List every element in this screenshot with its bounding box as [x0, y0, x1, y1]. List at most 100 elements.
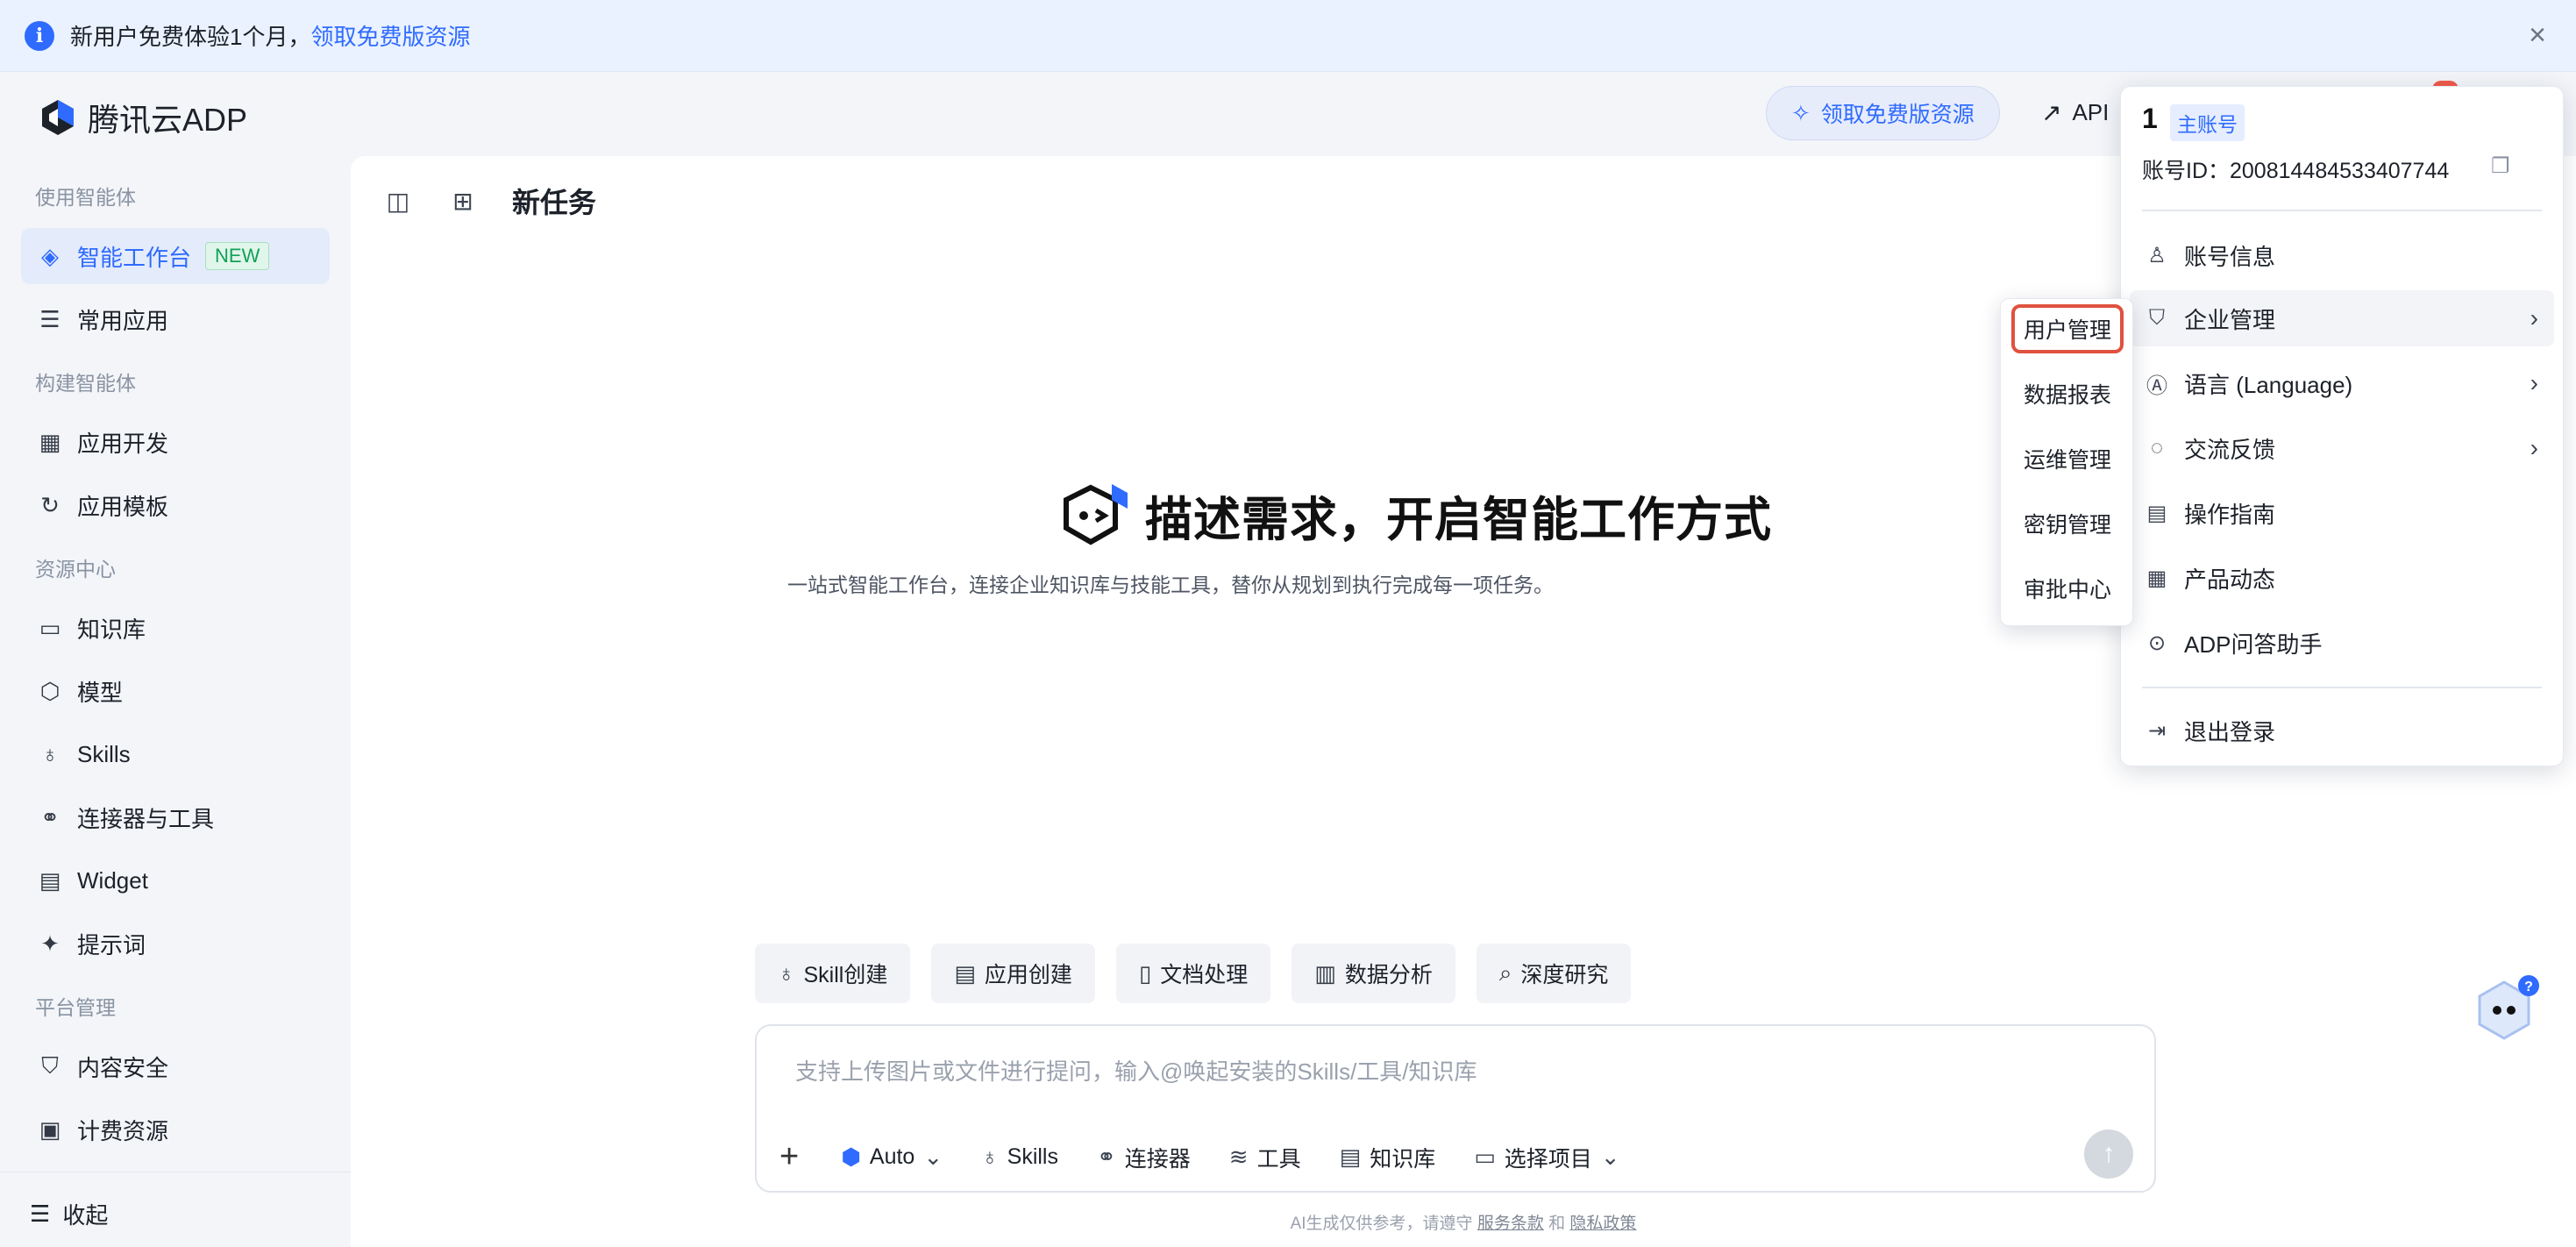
- chip-app-create[interactable]: ▤ 应用创建: [931, 944, 1095, 1003]
- sidebar-item-billing[interactable]: ▣ 计费资源: [21, 1101, 330, 1158]
- divider: [2142, 687, 2542, 688]
- workbench-icon: ◈: [41, 242, 59, 269]
- layers-icon: ≋: [1228, 1144, 1249, 1170]
- sidebar-item-knowledge[interactable]: ▭ 知识库: [21, 600, 330, 656]
- enterprise-submenu: 用户管理 数据报表 运维管理 密钥管理 审批中心: [2000, 298, 2133, 626]
- sidebar-item-label: 模型: [77, 679, 124, 706]
- sidebar-item-connectors[interactable]: ⚭ 连接器与工具: [21, 789, 330, 845]
- sidebar-item-workbench[interactable]: ◈ 智能工作台 NEW: [21, 228, 330, 284]
- sidebar-item-widget[interactable]: ▤ Widget: [21, 852, 330, 909]
- kb-label: 知识库: [1370, 1146, 1436, 1172]
- sidebar-item-app-template[interactable]: ↻ 应用模板: [21, 477, 330, 533]
- banner-text: 新用户免费体验1个月，: [70, 24, 311, 50]
- new-chat-icon[interactable]: ⊞: [445, 184, 480, 219]
- privacy-link[interactable]: 隐私政策: [1569, 1215, 1636, 1233]
- logout-icon: ⇥: [2147, 718, 2167, 743]
- sidebar-item-label: Skills: [77, 740, 131, 767]
- menu-item-guide[interactable]: ▤ 操作指南: [2130, 485, 2554, 541]
- divider: [2142, 210, 2542, 211]
- connector-button[interactable]: ⚭ 连接器: [1097, 1142, 1191, 1173]
- menu-item-logout[interactable]: ⇥ 退出登录: [2130, 702, 2554, 759]
- chip-label: Skill创建: [803, 963, 888, 987]
- menu-item-account-info[interactable]: ♙ 账号信息: [2130, 227, 2554, 283]
- sidebar-item-prompts[interactable]: ✦ 提示词: [21, 916, 330, 972]
- sidebar: 使用智能体 ◈ 智能工作台 NEW ☰ 常用应用 构建智能体 ▦ 应用开发 ↻ …: [0, 156, 351, 1247]
- sidebar-item-label: 智能工作台: [77, 244, 192, 271]
- menu-item-language[interactable]: Ⓐ 语言 (Language) ›: [2130, 355, 2554, 411]
- document-icon: ▤: [1339, 1144, 1362, 1170]
- menu-item-label: 操作指南: [2184, 501, 2276, 528]
- account-name: 1: [2142, 103, 2158, 134]
- banner-free-link[interactable]: 领取免费版资源: [310, 19, 470, 52]
- sidebar-group-platform: 平台管理: [35, 996, 116, 1019]
- prompt-input[interactable]: [795, 1052, 2093, 1091]
- menu-item-label: 语言 (Language): [2184, 371, 2353, 398]
- account-dropdown: 1 主账号 账号ID：200814484533407744 ❐ ♙ 账号信息 ⛉…: [2120, 86, 2564, 766]
- copy-icon[interactable]: ❐: [2491, 153, 2510, 179]
- submenu-item-approval[interactable]: 审批中心: [2011, 564, 2124, 613]
- add-attachment-button[interactable]: +: [779, 1138, 799, 1176]
- chip-label: 应用创建: [984, 963, 1072, 987]
- chevron-right-icon: ›: [2530, 304, 2538, 331]
- close-icon[interactable]: ×: [2522, 19, 2553, 51]
- sidebar-item-label: Widget: [77, 866, 148, 894]
- account-id: 账号ID：200814484533407744: [2142, 159, 2450, 183]
- terms-link[interactable]: 服务条款: [1477, 1215, 1544, 1233]
- send-button[interactable]: ↑: [2084, 1129, 2133, 1179]
- sidebar-item-label: 连接器与工具: [77, 805, 215, 832]
- skills-button[interactable]: ♁ Skills: [981, 1144, 1058, 1171]
- user-icon: ♙: [2147, 243, 2167, 267]
- lightbulb-icon: ♁: [981, 1144, 999, 1170]
- project-select[interactable]: ▭ 选择项目 ⌄: [1474, 1142, 1619, 1173]
- menu-item-label: ADP问答助手: [2184, 631, 2323, 658]
- link-icon: ⚭: [1096, 1144, 1116, 1170]
- sidebar-item-label: 提示词: [77, 931, 146, 958]
- chip-skill-create[interactable]: ♁ Skill创建: [755, 944, 911, 1003]
- widget-icon: ▤: [39, 866, 61, 894]
- submenu-item-users[interactable]: 用户管理: [2011, 304, 2124, 353]
- sidebar-toggle-icon[interactable]: ◫: [381, 184, 416, 219]
- hero-title: 描述需求，开启智能工作方式: [1145, 494, 1772, 546]
- model-select[interactable]: ⬢ Auto ⌄: [841, 1144, 943, 1171]
- menu-item-enterprise[interactable]: ⛉ 企业管理 ›: [2130, 290, 2554, 346]
- kb-button[interactable]: ▤ 知识库: [1340, 1142, 1436, 1173]
- api-link[interactable]: ↗ API: [2041, 98, 2109, 127]
- sidebar-item-model[interactable]: ⬡ 模型: [21, 663, 330, 719]
- collapse-label: 收起: [62, 1202, 109, 1229]
- menu-item-assistant[interactable]: ⊙ ADP问答助手: [2130, 615, 2554, 671]
- sidebar-item-label: 知识库: [77, 616, 146, 643]
- top-banner: i 新用户免费体验1个月， 领取免费版资源 ×: [0, 0, 2576, 72]
- svg-text:?: ?: [2524, 980, 2533, 994]
- menu-item-news[interactable]: ▦ 产品动态: [2130, 550, 2554, 606]
- sidebar-item-label: 内容安全: [77, 1054, 169, 1081]
- tools-button[interactable]: ≋ 工具: [1229, 1142, 1301, 1173]
- chip-data-analysis[interactable]: ▥ 数据分析: [1292, 944, 1455, 1003]
- sparkle-icon: ✧: [1791, 99, 1811, 126]
- free-resource-label: 领取免费版资源: [1820, 103, 1975, 127]
- skills-label: Skills: [1007, 1144, 1058, 1169]
- menu-item-label: 产品动态: [2184, 566, 2276, 593]
- model-label: Auto: [869, 1144, 915, 1169]
- sidebar-item-skills[interactable]: ♁ Skills: [21, 726, 330, 782]
- composer: + ⬢ Auto ⌄ ♁ Skills ⚭ 连接器 ≋ 工具 ▤ 知识库: [755, 1024, 2156, 1193]
- collapse-button[interactable]: ☰ 收起: [30, 1198, 108, 1230]
- submenu-item-keys[interactable]: 密钥管理: [2011, 499, 2124, 548]
- submenu-item-ops[interactable]: 运维管理: [2011, 434, 2124, 483]
- sidebar-item-content-safety[interactable]: ⛉ 内容安全: [21, 1038, 330, 1094]
- menu-item-feedback[interactable]: ◌ 交流反馈 ›: [2130, 420, 2554, 476]
- free-resource-button[interactable]: ✧ 领取免费版资源: [1766, 86, 2000, 140]
- logo[interactable]: 腾讯云ADP: [37, 95, 247, 140]
- sidebar-item-app-dev[interactable]: ▦ 应用开发: [21, 414, 330, 470]
- search-icon: ⌕: [1498, 959, 1512, 986]
- chat-bubble-icon: ◌: [2150, 436, 2164, 460]
- help-bot-icon[interactable]: ?: [2473, 973, 2541, 1042]
- shield-check-icon: ⛉: [41, 1052, 59, 1079]
- chip-deep-research[interactable]: ⌕ 深度研究: [1476, 944, 1632, 1003]
- logo-icon: [42, 100, 74, 135]
- sidebar-group-build: 构建智能体: [35, 372, 136, 395]
- chip-doc-process[interactable]: ▯ 文档处理: [1115, 944, 1271, 1003]
- submenu-item-reports[interactable]: 数据报表: [2011, 369, 2124, 418]
- sidebar-item-common-apps[interactable]: ☰ 常用应用: [21, 291, 330, 347]
- sidebar-item-label: 常用应用: [77, 307, 169, 334]
- menu-item-label: 账号信息: [2184, 243, 2276, 270]
